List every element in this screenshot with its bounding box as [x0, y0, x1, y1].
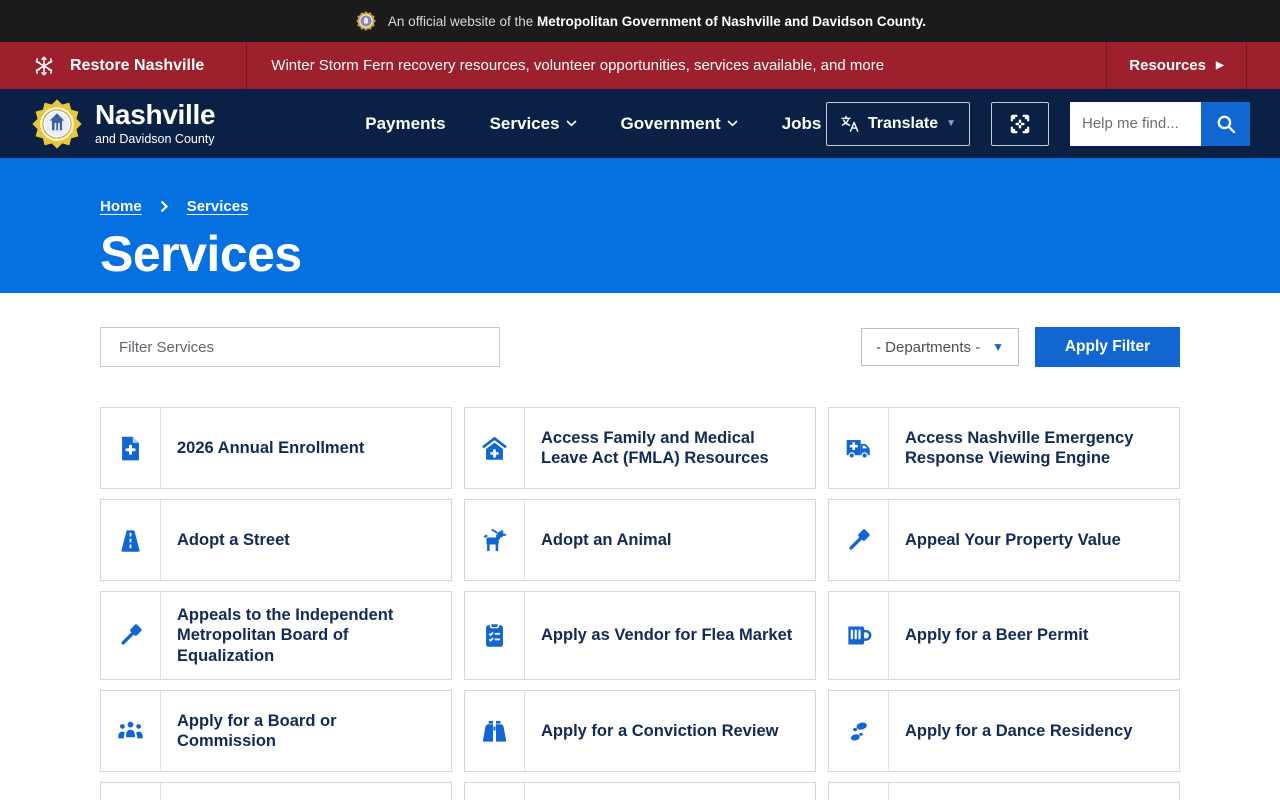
snowflake-icon	[33, 55, 55, 77]
metro-seal-icon	[354, 9, 378, 33]
filter-bar: - Departments - ▼ Apply Filter	[100, 327, 1180, 367]
service-card[interactable]: 2026 Annual Enrollment	[100, 407, 452, 489]
filter-services-input[interactable]	[100, 327, 500, 367]
chevron-right-icon	[160, 200, 169, 213]
caret-down-icon: ▼	[992, 340, 1004, 354]
service-card[interactable]	[100, 782, 452, 800]
service-card-title	[525, 783, 815, 800]
binoculars-icon	[465, 691, 525, 772]
service-card-icon	[465, 783, 525, 800]
service-card[interactable]: Access Family and Medical Leave Act (FML…	[464, 407, 816, 489]
ambulance-icon	[829, 408, 889, 488]
translate-icon	[840, 114, 860, 134]
service-card-title: Adopt a Street	[177, 530, 290, 549]
service-card[interactable]: Appeals to the Independent Metropolitan …	[100, 591, 452, 681]
nashville-logo[interactable]: Nashville and Davidson County	[30, 97, 216, 151]
nav-services[interactable]: Services	[490, 114, 577, 134]
breadcrumb: Home Services	[100, 198, 1180, 215]
service-card-title: Appeals to the Independent Metropolitan …	[177, 606, 394, 665]
departments-select[interactable]: - Departments - ▼	[861, 328, 1019, 366]
service-card-title: Apply for a Conviction Review	[541, 722, 779, 741]
service-card[interactable]: Appeal Your Property Value	[828, 499, 1180, 581]
gavel-icon	[101, 592, 161, 680]
logo-title: Nashville	[95, 99, 216, 130]
service-card[interactable]: Apply for a Board or Commission	[100, 690, 452, 773]
service-card[interactable]: Apply for a Dance Residency	[828, 690, 1180, 773]
service-card-title: Appeal Your Property Value	[905, 530, 1121, 549]
search-button[interactable]	[1201, 101, 1250, 146]
site-search	[1070, 101, 1250, 146]
footprints-icon	[829, 691, 889, 772]
chevron-down-icon	[565, 120, 577, 127]
service-card-title: Apply for a Dance Residency	[905, 722, 1133, 741]
service-card-title: Access Family and Medical Leave Act (FML…	[541, 428, 769, 467]
service-card[interactable]: Apply as Vendor for Flea Market	[464, 591, 816, 681]
nav-government[interactable]: Government	[621, 114, 738, 134]
search-icon	[1215, 113, 1237, 135]
chevron-down-icon	[727, 120, 738, 127]
service-card[interactable]: Adopt a Street	[100, 499, 452, 581]
services-grid: 2026 Annual Enrollment Access Family and …	[100, 407, 1180, 800]
service-card-title: Adopt an Animal	[541, 530, 672, 549]
dog-icon	[465, 500, 525, 580]
clipboard-list-icon	[465, 592, 525, 680]
service-card-title: Apply for a Board or Commission	[177, 711, 337, 751]
restore-nashville-label: Restore Nashville	[70, 56, 205, 74]
apply-filter-button[interactable]: Apply Filter	[1035, 327, 1180, 367]
service-card[interactable]: Access Nashville Emergency Response View…	[828, 407, 1180, 489]
restore-nashville-link[interactable]: Restore Nashville	[0, 42, 246, 89]
caret-down-icon: ▼	[946, 118, 956, 129]
nashville-seal-icon	[30, 97, 84, 151]
service-card-title	[889, 783, 1179, 800]
nav-payments[interactable]: Payments	[365, 114, 445, 134]
official-banner: An official website of the Metropolitan …	[0, 0, 1280, 42]
site-search-input[interactable]	[1070, 101, 1201, 146]
service-card[interactable]: Apply for a Conviction Review	[464, 690, 816, 773]
service-card[interactable]	[828, 782, 1180, 800]
breadcrumb-home-link[interactable]: Home	[100, 198, 142, 215]
translate-button[interactable]: Translate ▼	[825, 101, 970, 146]
main-nav: Payments Services Government Jobs	[365, 114, 821, 134]
service-card-title: Apply for a Beer Permit	[905, 626, 1089, 645]
beer-mug-icon	[829, 592, 889, 680]
service-card-title: Apply as Vendor for Flea Market	[541, 626, 793, 645]
gavel-icon	[829, 500, 889, 580]
nav-jobs[interactable]: Jobs	[782, 114, 822, 134]
alert-message: Winter Storm Fern recovery resources, vo…	[271, 57, 885, 74]
qr-hub-button[interactable]	[991, 101, 1049, 146]
people-group-icon	[101, 691, 161, 772]
official-banner-text: An official website of the Metropolitan …	[387, 13, 927, 29]
breadcrumb-services-link[interactable]: Services	[187, 198, 249, 215]
alert-banner: Restore Nashville Winter Storm Fern reco…	[0, 42, 1280, 89]
resources-button[interactable]: Resources ▶	[1107, 42, 1246, 89]
file-medical-icon	[101, 408, 161, 488]
road-icon	[101, 500, 161, 580]
logo-subtitle: and Davidson County	[95, 132, 215, 146]
hero: Home Services Services	[0, 158, 1280, 293]
service-card-title	[161, 783, 451, 800]
service-card[interactable]	[464, 782, 816, 800]
service-card[interactable]: Apply for a Beer Permit	[828, 591, 1180, 681]
site-header: Nashville and Davidson County Payments S…	[0, 89, 1280, 158]
service-card-title: Access Nashville Emergency Response View…	[905, 428, 1134, 467]
service-card-title: 2026 Annual Enrollment	[177, 438, 365, 457]
service-card-icon	[101, 783, 161, 800]
service-card-icon	[829, 783, 889, 800]
house-medical-icon	[465, 408, 525, 488]
arrow-right-icon: ▶	[1216, 59, 1224, 71]
page-title: Services	[100, 226, 302, 282]
service-card[interactable]: Adopt an Animal	[464, 499, 816, 581]
qr-code-icon	[1007, 111, 1033, 137]
